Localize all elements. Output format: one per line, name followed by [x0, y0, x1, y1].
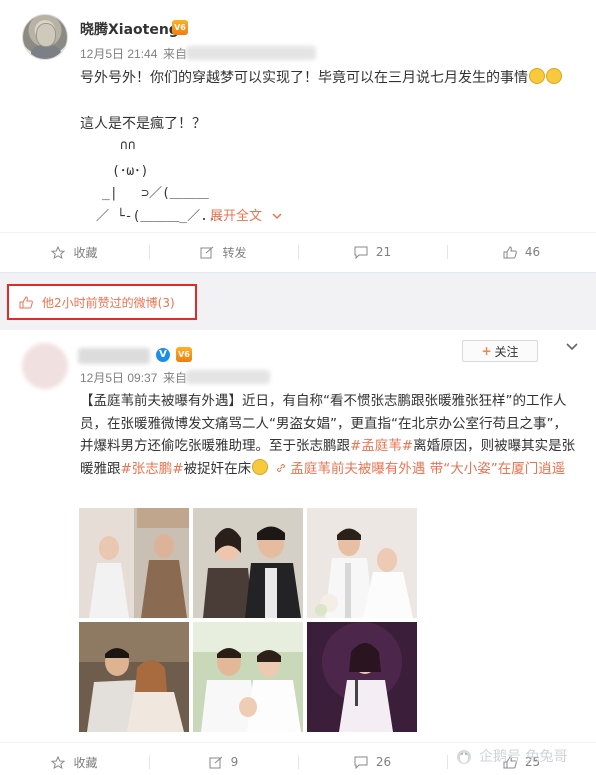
post-photo[interactable] [193, 508, 303, 618]
hashtag-link[interactable]: #孟庭苇# [350, 438, 413, 454]
hashtag-link[interactable]: #张志鹏# [121, 461, 184, 477]
vip-badge-icon[interactable]: V6 [172, 20, 188, 35]
post-text-line: 号外号外！你们的穿越梦可以实现了！毕竟可以在三月说七月发生的事情 [80, 70, 528, 86]
post-text-line: 這人是不是瘋了！？ [80, 116, 206, 132]
post-text: 号外号外！你们的穿越梦可以实现了！毕竟可以在三月说七月发生的事情 [80, 67, 562, 89]
favorite-button[interactable]: 收藏 [0, 743, 149, 775]
favorite-label: 收藏 [73, 755, 98, 770]
comment-icon [354, 246, 368, 259]
thumbs-up-icon [503, 245, 517, 258]
kaomoji-line: ／ └-(＿＿＿_／... [96, 209, 224, 224]
post-source-prefix: 来自 [163, 371, 188, 385]
verified-icon: V [156, 348, 170, 362]
repost-icon [209, 756, 222, 768]
follow-button[interactable]: + 关注 [462, 340, 538, 362]
thumbs-up-icon [19, 295, 33, 308]
favorite-button[interactable]: 收藏 [0, 233, 149, 271]
star-icon [51, 245, 66, 259]
repost-icon [200, 246, 214, 258]
expand-label: 展开全文 [210, 209, 263, 224]
liked-posts-header[interactable]: 他2小时前赞过的微博(3) [7, 284, 197, 320]
watermark: 企鹅号 兔兔哥 [453, 746, 567, 766]
redacted-username[interactable] [78, 348, 150, 364]
repost-count: 9 [230, 755, 239, 769]
comment-count: 26 [375, 755, 392, 769]
user-avatar[interactable] [22, 14, 68, 60]
emoji-icon [546, 68, 562, 84]
kaomoji-line: (･ω･) [112, 164, 149, 179]
like-count: 46 [524, 245, 541, 259]
repost-button[interactable]: 9 [149, 743, 298, 775]
comment-icon [354, 756, 368, 769]
action-bar: 收藏 转发 21 46 [0, 232, 596, 270]
penguin-logo-icon [457, 750, 471, 764]
article-link[interactable]: 孟庭苇前夫被曝有外遇 带“大小姿”在厦门逍遥 [272, 461, 565, 477]
liked-posts-label: 他2小时前赞过的微博(3) [42, 295, 175, 310]
redacted-source [186, 46, 316, 60]
star-icon [51, 755, 66, 769]
repost-label: 转发 [222, 245, 247, 260]
post-photo[interactable] [79, 622, 189, 732]
user-avatar[interactable] [22, 343, 68, 389]
post-photo[interactable] [193, 622, 303, 732]
watermark-text: 企鹅号 兔兔哥 [479, 749, 568, 765]
expand-full-text-link[interactable]: 展开全文 [210, 205, 282, 224]
like-button[interactable]: 46 [447, 233, 596, 271]
comment-count: 21 [375, 245, 392, 259]
post-photo[interactable] [307, 508, 417, 618]
text-segment: 被捉奸在床 [183, 460, 252, 477]
plus-icon: + [481, 344, 492, 358]
follow-label: 关注 [494, 344, 519, 359]
comment-button[interactable]: 21 [298, 233, 447, 271]
post-photo[interactable] [307, 622, 417, 732]
redacted-source [186, 370, 270, 384]
vip-badge-icon[interactable]: V6 [176, 347, 192, 362]
favorite-label: 收藏 [73, 245, 98, 260]
repost-button[interactable]: 转发 [149, 233, 298, 271]
post-photo[interactable] [79, 508, 189, 618]
post-text: 【孟庭苇前夫被曝有外遇】近日，有自称“看不惯张志鹏跟张暖雅张狂样”的工作人员，在… [80, 390, 580, 480]
emoji-icon [529, 68, 545, 84]
post-source-prefix: 来自 [163, 47, 188, 61]
username[interactable]: 晓腾Xiaoteng [80, 19, 179, 39]
kaomoji-line: _| ⊃／(＿＿＿ [102, 186, 209, 201]
post-timestamp[interactable]: 12月5日 21:44 [80, 45, 157, 62]
emoji-icon [252, 458, 269, 475]
weibo-post-1: 晓腾Xiaoteng V6 12月5日 21:44 来自 号外号外！你们的穿越梦… [0, 0, 596, 272]
post-timestamp[interactable]: 12月5日 09:37 [80, 369, 157, 386]
comment-button[interactable]: 26 [298, 743, 447, 775]
chevron-down-icon[interactable] [565, 340, 579, 354]
kaomoji-line: ∩∩ [120, 138, 136, 153]
chevron-down-icon [272, 213, 282, 220]
article-link-text: 孟庭苇前夫被曝有外遇 带“大小姿”在厦门逍遥 [290, 460, 566, 477]
link-icon [277, 463, 286, 472]
